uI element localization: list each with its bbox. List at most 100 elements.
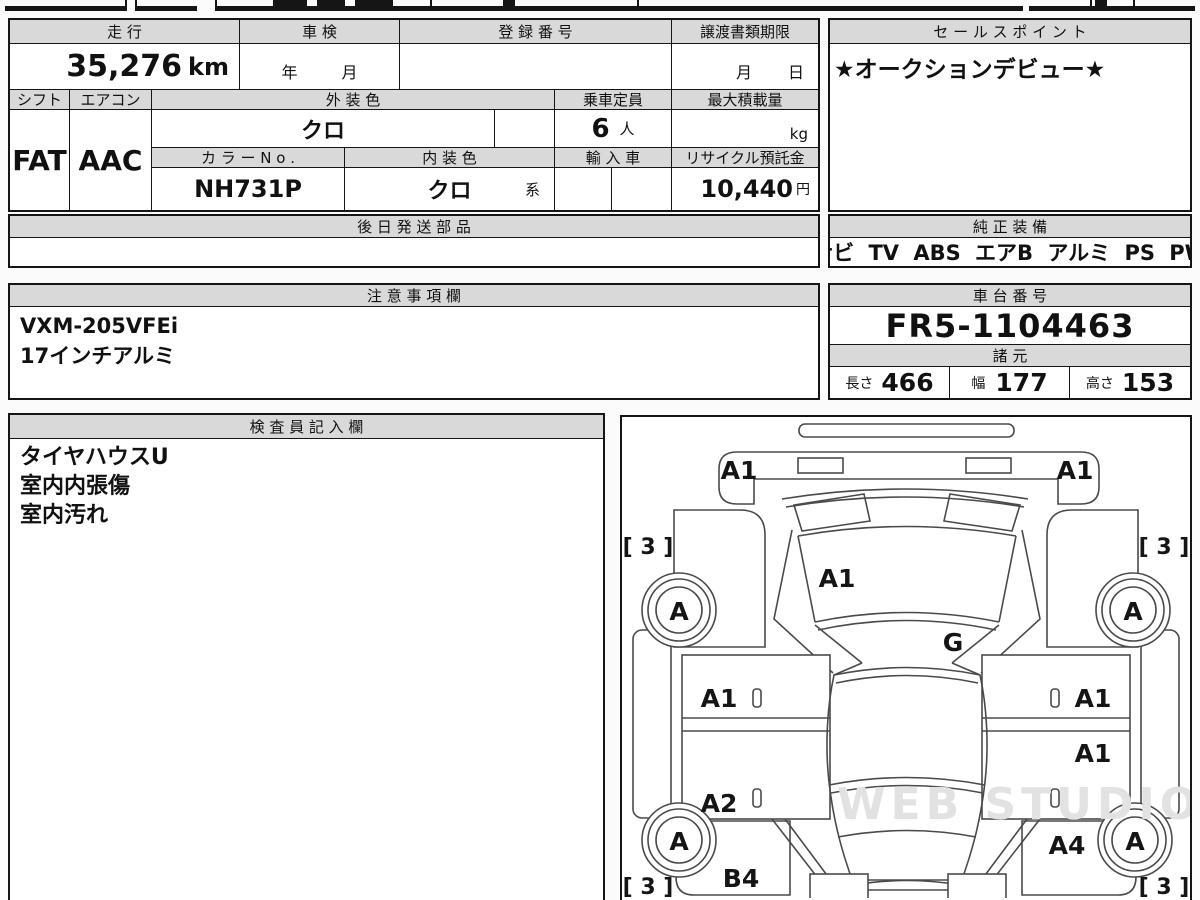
later-parts-header: 後 日 発 送 部 品 <box>10 216 818 238</box>
capacity-header: 乗車定員 <box>555 90 672 110</box>
inspector-lines: タイヤハウスU 室内内張傷 室内汚れ <box>20 443 597 530</box>
payload-cell: kg <box>672 110 818 148</box>
inspector-block: 検 査 員 記 入 欄 タイヤハウスU 室内内張傷 室内汚れ <box>8 413 605 900</box>
inspector-cell: タイヤハウスU 室内内張傷 室内汚れ <box>10 439 603 899</box>
main-info-table: 走 行 車 検 登 録 番 号 譲渡書類期限 35,276 km 年 月 月 日… <box>8 18 820 212</box>
transfer-docs-cell: 月 日 <box>672 44 818 90</box>
spec-width-label: 幅 <box>971 375 986 392</box>
pillar-fold-left <box>773 529 834 674</box>
hood-bottom-arc-2 <box>817 619 997 631</box>
inspection-cell: 年 月 <box>240 44 400 90</box>
later-parts-block: 後 日 発 送 部 品 <box>8 214 820 268</box>
transfer-month-label: 月 <box>735 63 752 82</box>
roof-strip <box>798 423 1015 438</box>
sales-point-block: セ ー ル ス ポ イ ン ト ★オークションデビュー★ <box>828 18 1192 212</box>
mileage-value: 35,276 <box>66 49 183 84</box>
hood-side-right <box>998 535 1017 623</box>
tire-rear-right: [ 3 ] <box>1139 875 1190 898</box>
inspection-year-label: 年 <box>281 63 298 82</box>
interior-color-value: クロ <box>427 179 472 204</box>
sales-point-value: ★オークションデビュー★ <box>834 57 1106 83</box>
mileage-cell: 35,276 km <box>10 44 240 90</box>
damage-right-front-door: A1 <box>1075 684 1112 713</box>
later-parts-cell <box>10 238 818 266</box>
pillar-fold-right <box>980 529 1041 674</box>
spec-height-label: 高さ <box>1085 375 1114 392</box>
exterior-color-header: 外 装 色 <box>152 90 555 110</box>
exterior-color-extra-cell <box>495 110 555 148</box>
color-no-value: NH731P <box>194 175 302 203</box>
tire-front-right: [ 3 ] <box>1139 535 1190 560</box>
shift-header: シフト <box>10 90 70 110</box>
equipment-header: 純 正 装 備 <box>830 216 1190 238</box>
rear-bumper-left-box <box>809 873 869 898</box>
spec-height-value: 153 <box>1121 368 1175 397</box>
equipment-block: 純 正 装 備 ナビ TV ABS エアB アルミ PS PW <box>828 214 1192 268</box>
capacity-cell: 6 人 <box>555 110 672 148</box>
interior-color-header: 内 装 色 <box>345 148 555 168</box>
inspector-header: 検 査 員 記 入 欄 <box>10 415 603 439</box>
exterior-color-cell: クロ <box>152 110 495 148</box>
cabin-side-left <box>826 662 863 886</box>
bumper-plate-left <box>797 457 844 474</box>
shift-cell: FAT <box>10 110 70 210</box>
hood-side-left <box>797 535 816 623</box>
roof-rear-arc <box>837 829 977 838</box>
damage-left-rear-door: A2 <box>701 789 738 818</box>
spec-width-value: 177 <box>995 368 1048 397</box>
notes-lines: VXM-205VFEi 17インチアルミ <box>20 311 812 371</box>
damage-hood: A1 <box>819 564 856 593</box>
registration-cell <box>400 44 672 90</box>
sales-point-header: セ ー ル ス ポ イ ン ト <box>830 20 1190 44</box>
auction-sheet: 走 行 車 検 登 録 番 号 譲渡書類期限 35,276 km 年 月 月 日… <box>0 0 1200 900</box>
damage-right-rear-door: A1 <box>1075 739 1112 768</box>
equipment-cell: ナビ TV ABS エアB アルミ PS PW <box>830 238 1190 266</box>
tailgate-arc <box>853 879 961 886</box>
damage-diagram-block: A1 A1 A1 G A1 A2 A1 A1 A4 B4 A A A A [ 3… <box>620 415 1192 900</box>
damage-rear-right-wheel: A <box>1125 827 1145 856</box>
damage-front-bumper-right: A1 <box>1057 456 1094 485</box>
capacity-unit: 人 <box>619 120 635 138</box>
aircon-value: AAC <box>78 143 143 177</box>
recycle-cell: 10,440 円 <box>672 168 818 210</box>
fragment-border <box>5 6 1195 11</box>
roof-front-arc-1 <box>833 666 981 676</box>
spec-length-label: 長さ <box>845 375 874 392</box>
aircon-cell: AAC <box>70 110 152 210</box>
spec-height-cell: 高さ 153 <box>1070 367 1190 398</box>
shift-value: FAT <box>12 143 67 177</box>
damage-right-rear-quarter: A4 <box>1049 831 1086 860</box>
rear-bumper-right-box <box>947 873 1007 898</box>
cropped-row-fragment <box>5 0 1195 11</box>
hood-top-arc <box>797 525 1017 537</box>
inspector-line: 室内汚れ <box>20 503 109 528</box>
transfer-day-label: 日 <box>787 63 804 82</box>
cowl-arc-2 <box>785 496 1025 508</box>
chassis-value: FR5-1104463 <box>885 307 1135 345</box>
spec-length-value: 466 <box>881 368 934 397</box>
damage-front-right-wheel: A <box>1123 597 1143 626</box>
exterior-color-value: クロ <box>300 118 345 144</box>
rocker-left <box>632 629 672 819</box>
damage-rear-left-wheel: A <box>669 827 689 856</box>
doors-right <box>981 654 1131 820</box>
damage-front-left-wheel: A <box>669 597 689 626</box>
specs-header: 諸 元 <box>830 345 1190 367</box>
mileage-header: 走 行 <box>10 20 240 44</box>
inspector-line: タイヤハウスU <box>20 445 169 470</box>
recycle-header: リサイクル預託金 <box>672 148 818 168</box>
aircon-header: エアコン <box>70 90 152 110</box>
chassis-header: 車 台 番 号 <box>830 285 1190 307</box>
car-diagram: A1 A1 A1 G A1 A2 A1 A1 A4 B4 A A A A [ 3… <box>623 423 1190 898</box>
inspection-month-label: 月 <box>341 63 358 82</box>
equipment-value: ナビ TV ABS エアB アルミ PS PW <box>830 241 1190 265</box>
interior-color-suffix: 系 <box>524 181 540 199</box>
interior-color-cell: クロ 系 <box>345 168 555 210</box>
roof-front-arc-2 <box>835 674 979 684</box>
notes-cell: VXM-205VFEi 17インチアルミ <box>10 307 818 398</box>
capacity-value: 6 <box>591 113 610 144</box>
bumper-plate-right <box>965 457 1012 474</box>
notes-line: VXM-205VFEi <box>20 314 179 338</box>
roof-mid-arc-2 <box>830 784 984 794</box>
tire-rear-left: [ 3 ] <box>623 875 674 898</box>
